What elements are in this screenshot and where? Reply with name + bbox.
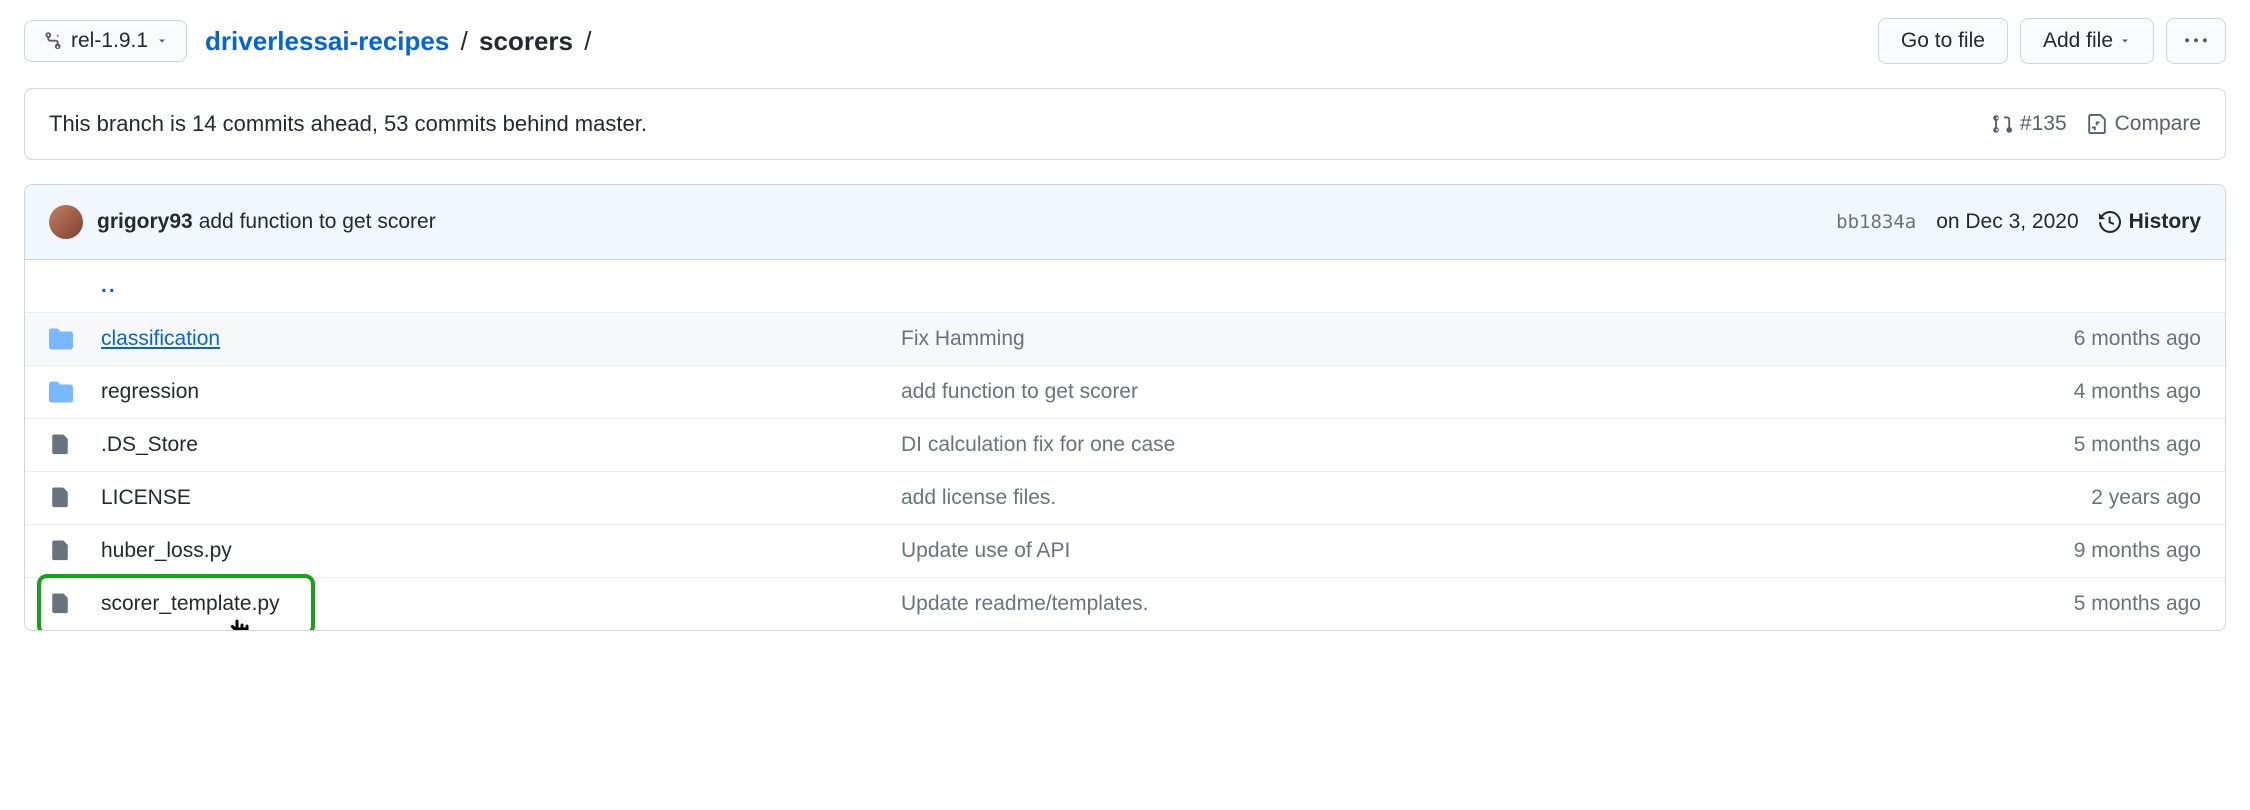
- branch-name: rel-1.9.1: [71, 29, 148, 53]
- file-icon: [49, 593, 101, 615]
- branch-status-text: This branch is 14 commits ahead, 53 comm…: [49, 111, 1972, 137]
- commit-age: 2 years ago: [1941, 486, 2201, 510]
- avatar[interactable]: [49, 205, 83, 239]
- table-row: classificationFix Hamming6 months ago: [25, 312, 2225, 365]
- file-name-link[interactable]: classification: [101, 327, 901, 351]
- caret-down-icon: [2119, 35, 2131, 47]
- file-name-link[interactable]: scorer_template.py: [101, 592, 901, 616]
- file-icon: [49, 434, 101, 456]
- file-name-link[interactable]: regression: [101, 380, 901, 404]
- commit-message-link[interactable]: Fix Hamming: [901, 327, 1941, 351]
- commit-date: on Dec 3, 2020: [1936, 210, 2078, 234]
- branch-selector-button[interactable]: rel-1.9.1: [24, 20, 187, 62]
- breadcrumb-repo-link[interactable]: driverlessai-recipes: [205, 26, 449, 56]
- add-file-button[interactable]: Add file: [2020, 18, 2154, 64]
- diff-icon: [2087, 114, 2107, 134]
- commit-message-link[interactable]: add function to get scorer: [901, 380, 1941, 404]
- caret-down-icon: [156, 35, 168, 47]
- commit-author-link[interactable]: grigory93: [97, 210, 193, 234]
- kebab-horizontal-icon: [2185, 30, 2207, 52]
- commit-hash-link[interactable]: bb1834a: [1836, 211, 1916, 233]
- file-name-link[interactable]: huber_loss.py: [101, 539, 901, 563]
- go-to-file-button[interactable]: Go to file: [1878, 18, 2008, 64]
- commit-message-link[interactable]: add license files.: [901, 486, 1941, 510]
- commit-message-link[interactable]: Update readme/templates.: [901, 592, 1941, 616]
- breadcrumb: driverlessai-recipes / scorers /: [205, 26, 1860, 57]
- table-row: regressionadd function to get scorer4 mo…: [25, 365, 2225, 418]
- commit-age: 6 months ago: [1941, 327, 2201, 351]
- compare-link[interactable]: Compare: [2087, 112, 2201, 136]
- commit-age: 9 months ago: [1941, 539, 2201, 563]
- git-branch-icon: [43, 31, 63, 51]
- commit-message-link[interactable]: DI calculation fix for one case: [901, 433, 1941, 457]
- table-row: huber_loss.pyUpdate use of API9 months a…: [25, 524, 2225, 577]
- table-row: scorer_template.pyUpdate readme/template…: [25, 577, 2225, 630]
- file-icon: [49, 540, 101, 562]
- commit-age: 4 months ago: [1941, 380, 2201, 404]
- file-name-link[interactable]: LICENSE: [101, 486, 901, 510]
- pr-link[interactable]: #135: [1992, 112, 2067, 136]
- git-pull-request-icon: [1992, 114, 2012, 134]
- folder-icon: [49, 380, 101, 404]
- file-icon: [49, 487, 101, 509]
- table-row: .DS_StoreDI calculation fix for one case…: [25, 418, 2225, 471]
- folder-icon: [49, 327, 101, 351]
- history-link[interactable]: History: [2099, 210, 2201, 234]
- parent-dir-link[interactable]: ..: [101, 274, 2201, 298]
- history-icon: [2099, 211, 2121, 233]
- more-options-button[interactable]: [2166, 18, 2226, 64]
- commit-age: 5 months ago: [1941, 592, 2201, 616]
- commit-age: 5 months ago: [1941, 433, 2201, 457]
- file-name-link[interactable]: .DS_Store: [101, 433, 901, 457]
- commit-message-link[interactable]: add function to get scorer: [199, 210, 436, 234]
- breadcrumb-folder: scorers: [479, 26, 573, 56]
- commit-message-link[interactable]: Update use of API: [901, 539, 1941, 563]
- table-row: LICENSEadd license files.2 years ago: [25, 471, 2225, 524]
